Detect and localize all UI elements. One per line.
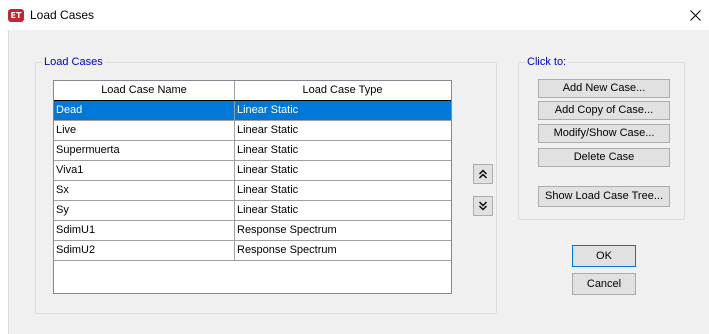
- table-header: Load Case Name Load Case Type: [54, 81, 451, 101]
- column-header-name[interactable]: Load Case Name: [54, 81, 235, 100]
- load-case-type-cell: Linear Static: [237, 104, 299, 116]
- load-case-type-cell: Linear Static: [237, 164, 299, 176]
- load-case-type-cell: Linear Static: [237, 184, 299, 196]
- table-row[interactable]: Supermuerta Linear Static: [54, 141, 451, 161]
- load-cases-table[interactable]: Load Case Name Load Case Type Dead Linea…: [53, 80, 452, 294]
- load-case-name-cell: SdimU1: [54, 221, 235, 240]
- add-new-case-button[interactable]: Add New Case...: [538, 79, 670, 98]
- etabs-app-icon: ET: [8, 9, 24, 22]
- load-case-name-cell: SdimU2: [54, 241, 235, 260]
- modify-show-case-button[interactable]: Modify/Show Case...: [538, 124, 670, 143]
- load-case-type-cell: Response Spectrum: [237, 224, 337, 236]
- load-cases-group-label: Load Cases: [42, 56, 105, 68]
- table-row[interactable]: Dead Linear Static: [54, 101, 451, 121]
- load-case-type-cell: Linear Static: [237, 144, 299, 156]
- load-case-name-cell: Sy: [54, 201, 235, 220]
- title-bar: ET Load Cases: [0, 0, 709, 30]
- table-row[interactable]: Live Linear Static: [54, 121, 451, 141]
- close-icon: [690, 10, 701, 21]
- load-case-type-cell: Linear Static: [237, 124, 299, 136]
- show-load-case-tree-button[interactable]: Show Load Case Tree...: [538, 186, 670, 207]
- load-case-name-cell: Sx: [54, 181, 235, 200]
- move-up-button[interactable]: [473, 164, 493, 184]
- column-header-type[interactable]: Load Case Type: [235, 81, 450, 100]
- move-down-button[interactable]: [473, 196, 493, 216]
- table-row[interactable]: Viva1 Linear Static: [54, 161, 451, 181]
- add-copy-of-case-button[interactable]: Add Copy of Case...: [538, 101, 670, 120]
- load-case-type-cell: Linear Static: [237, 204, 299, 216]
- load-case-name-cell: Dead: [54, 101, 235, 120]
- delete-case-button[interactable]: Delete Case: [538, 148, 670, 167]
- load-case-type-cell: Response Spectrum: [237, 244, 337, 256]
- load-case-name-cell: Live: [54, 121, 235, 140]
- table-row[interactable]: Sx Linear Static: [54, 181, 451, 201]
- load-case-name-cell: Supermuerta: [54, 141, 235, 160]
- cancel-button[interactable]: Cancel: [572, 273, 636, 295]
- table-row[interactable]: SdimU1 Response Spectrum: [54, 221, 451, 241]
- window-title: Load Cases: [30, 8, 95, 22]
- click-to-group-label: Click to:: [525, 56, 569, 68]
- table-row[interactable]: SdimU2 Response Spectrum: [54, 241, 451, 261]
- ok-button[interactable]: OK: [572, 245, 636, 267]
- double-chevron-up-icon: [479, 169, 487, 179]
- table-row[interactable]: Sy Linear Static: [54, 201, 451, 221]
- close-button[interactable]: [682, 2, 708, 28]
- load-case-name-cell: Viva1: [54, 161, 235, 180]
- double-chevron-down-icon: [479, 201, 487, 211]
